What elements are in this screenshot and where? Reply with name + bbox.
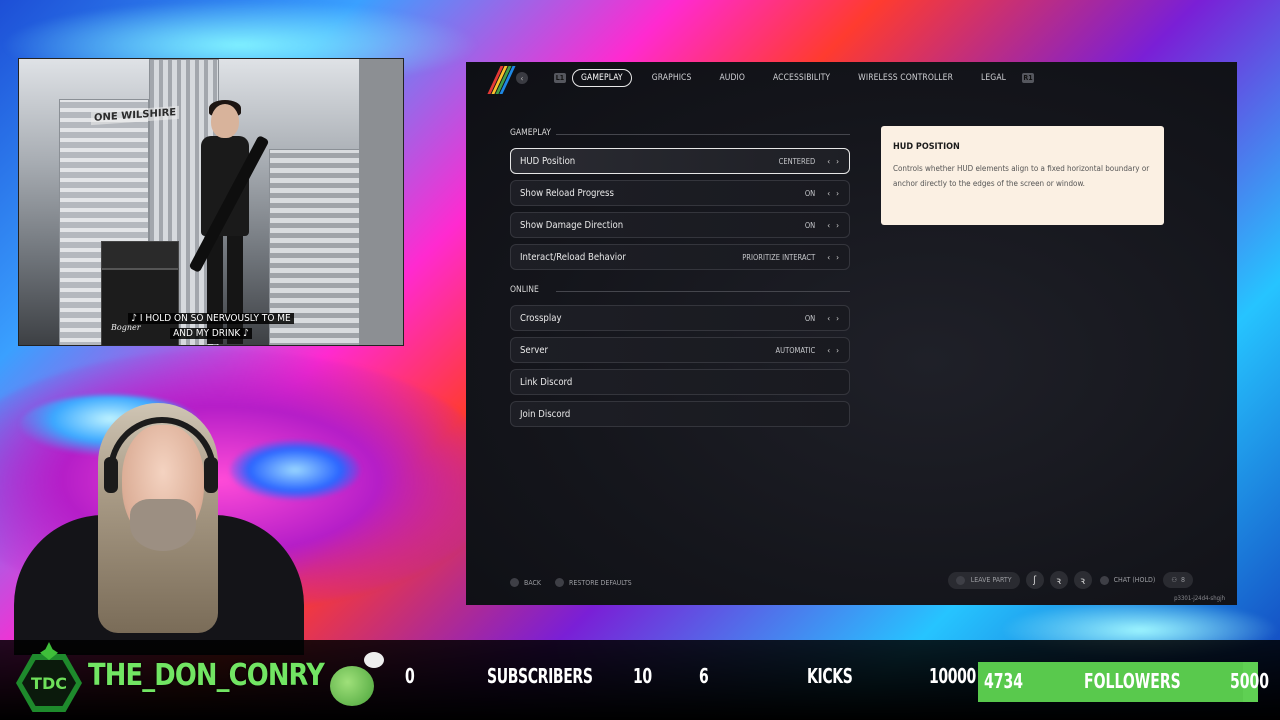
party-member-icon[interactable]: ꝛ (1049, 571, 1068, 589)
setting-row-hud-position[interactable]: HUD Position CENTERED ‹ › (510, 148, 850, 174)
leave-party-label: LEAVE PARTY (970, 576, 1012, 584)
r3-button-icon (955, 575, 965, 585)
setting-description-panel: HUD POSITION Controls whether HUD elemen… (881, 126, 1164, 225)
game-settings-window: ‹ L1 GAMEPLAY GRAPHICS AUDIO ACCESSIBILI… (466, 62, 1237, 605)
tab-audio[interactable]: AUDIO (711, 70, 753, 86)
setting-label: Server (520, 344, 549, 356)
join-discord-button[interactable]: Join Discord (510, 401, 850, 427)
setting-value: ON (804, 188, 816, 198)
setting-value: PRIORITIZE INTERACT (742, 252, 816, 262)
skyscraper (359, 59, 403, 345)
setting-label: Interact/Reload Behavior (520, 251, 626, 263)
section-header-gameplay: GAMEPLAY (510, 128, 850, 138)
subscribers-label: SUBSCRIBERS (487, 664, 593, 688)
streamer-beard (130, 499, 196, 551)
logo-text: TDC (31, 674, 67, 693)
leave-party-button[interactable]: LEAVE PARTY (947, 571, 1020, 589)
setting-value: CENTERED (778, 156, 816, 166)
circle-button-icon (510, 578, 519, 587)
section-header-online: ONLINE (510, 285, 850, 295)
back-button[interactable]: BACK (524, 579, 541, 587)
footer-right: LEAVE PARTY ʃ ꝛ ꝛ CHAT (HOLD) ⚇ 8 (947, 571, 1193, 589)
followers-goal: 5000 (1230, 669, 1270, 693)
setting-label: Join Discord (520, 408, 571, 420)
caption-line: ♪ I HOLD ON SO NERVOUSLY TO ME (128, 313, 294, 324)
kicks-current: 6 (699, 664, 709, 688)
chevron-left-icon[interactable]: ‹ (827, 157, 830, 166)
subscribers-goal: 10 (633, 664, 652, 688)
chat-hold-label[interactable]: CHAT (HOLD) (1114, 576, 1156, 584)
mascot-icon (326, 652, 384, 712)
kicks-goal: 10000 (929, 664, 976, 688)
tab-accessibility[interactable]: ACCESSIBILITY (765, 70, 838, 86)
party-count-badge[interactable]: ⚇ 8 (1163, 572, 1193, 588)
footer-left: BACK RESTORE DEFAULTS (510, 578, 632, 587)
chevron-left-icon[interactable]: ‹ (516, 72, 528, 84)
channel-logo: TDC (12, 642, 86, 714)
chevron-right-icon[interactable]: › (836, 253, 839, 262)
setting-label: Link Discord (520, 376, 573, 388)
game-logo-stripes (487, 66, 516, 94)
setting-label: Show Reload Progress (520, 187, 614, 199)
party-count: 8 (1180, 576, 1185, 584)
setting-label: HUD Position (520, 155, 576, 167)
setting-label: Crossplay (520, 312, 562, 324)
chevron-right-icon[interactable]: › (836, 157, 839, 166)
setting-value: AUTOMATIC (775, 345, 816, 355)
chevron-left-icon[interactable]: ‹ (827, 314, 830, 323)
video-caption: ♪ I HOLD ON SO NERVOUSLY TO ME AND MY DR… (19, 311, 403, 341)
chevron-left-icon[interactable]: ‹ (827, 346, 830, 355)
setting-value: ON (804, 220, 816, 230)
chevron-left-icon[interactable]: ‹ (827, 253, 830, 262)
headset-earcup (204, 457, 218, 493)
caption-line: AND MY DRINK ♪ (170, 328, 252, 339)
followers-label: FOLLOWERS (1084, 669, 1181, 693)
followers-progress-bar: 4734 FOLLOWERS 5000 (978, 662, 1269, 702)
people-icon: ⚇ (1171, 576, 1177, 584)
party-member-icon[interactable]: ꝛ (1073, 571, 1092, 589)
followers-current: 4734 (984, 669, 1024, 693)
webcam-feed (0, 395, 310, 655)
music-video-panel: ONE WILSHIRE Bogner ♪ I HOLD ON SO NERVO… (18, 58, 404, 346)
setting-row-server[interactable]: Server AUTOMATIC ‹ › (510, 337, 850, 363)
kicks-label: KICKS (807, 664, 853, 688)
tab-gameplay[interactable]: GAMEPLAY (572, 69, 632, 87)
channel-name: THE_DON_CONRY (88, 658, 325, 693)
setting-row-show-reload-progress[interactable]: Show Reload Progress ON ‹ › (510, 180, 850, 206)
description-title: HUD POSITION (893, 142, 960, 152)
setting-value: ON (804, 313, 816, 323)
left-bumper-icon[interactable]: L1 (554, 73, 566, 83)
chevron-left-icon[interactable]: ‹ (827, 221, 830, 230)
voice-icon[interactable]: ʃ (1025, 571, 1044, 589)
setting-row-crossplay[interactable]: Crossplay ON ‹ › (510, 305, 850, 331)
chevron-right-icon[interactable]: › (836, 314, 839, 323)
settings-tab-bar: ‹ L1 GAMEPLAY GRAPHICS AUDIO ACCESSIBILI… (516, 68, 1035, 88)
link-discord-button[interactable]: Link Discord (510, 369, 850, 395)
stream-overlay-bar: TDC THE_DON_CONRY 0 SUBSCRIBERS 10 6 KIC… (0, 640, 1280, 720)
tab-legal[interactable]: LEGAL (973, 70, 1014, 86)
tab-wireless-controller[interactable]: WIRELESS CONTROLLER (850, 70, 961, 86)
headset-earcup (104, 457, 118, 493)
chevron-right-icon[interactable]: › (836, 221, 839, 230)
session-code: p3301-j24d4-shgjh (1174, 595, 1225, 602)
setting-label: Show Damage Direction (520, 219, 624, 231)
chevron-right-icon[interactable]: › (836, 189, 839, 198)
chevron-right-icon[interactable]: › (836, 346, 839, 355)
setting-row-show-damage-direction[interactable]: Show Damage Direction ON ‹ › (510, 212, 850, 238)
subscribers-current: 0 (405, 664, 415, 688)
right-bumper-icon[interactable]: R1 (1022, 73, 1035, 83)
restore-defaults-button[interactable]: RESTORE DEFAULTS (569, 579, 632, 587)
tab-graphics[interactable]: GRAPHICS (644, 70, 700, 86)
touchpad-icon (1099, 575, 1109, 585)
description-text: Controls whether HUD elements align to a… (893, 164, 1150, 188)
chevron-left-icon[interactable]: ‹ (827, 189, 830, 198)
triangle-button-icon (555, 578, 565, 587)
setting-row-interact-reload-behavior[interactable]: Interact/Reload Behavior PRIORITIZE INTE… (510, 244, 850, 270)
